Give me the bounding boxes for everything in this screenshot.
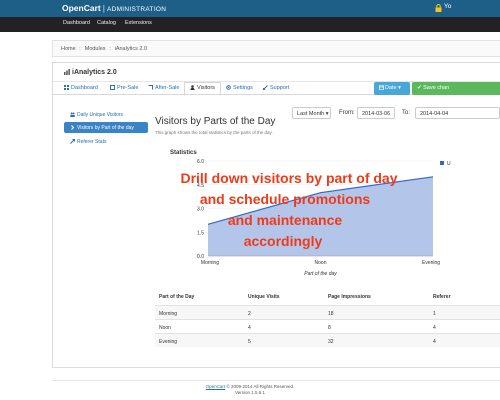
after-sale-icon [148, 85, 153, 90]
table-cell: 4 [433, 325, 436, 331]
breadcrumb-home[interactable]: Home [61, 46, 76, 52]
overlay-line-2: and schedule promotions [199, 191, 371, 207]
table-cell: 32 [328, 339, 334, 345]
menu-catalog[interactable]: Catalog [97, 20, 116, 26]
x-tick-label: Noon [315, 260, 327, 266]
breadcrumb-modules[interactable]: Modules [85, 46, 106, 52]
x-tick-label: Morning [201, 260, 219, 266]
user-name[interactable]: Yo [444, 3, 451, 10]
table-cell: 5 [248, 339, 251, 345]
table-row: Evening 5 32 4 [155, 333, 500, 347]
table-row: Morning 2 18 1 [155, 305, 500, 319]
table-row: Noon 4 8 4 [155, 319, 500, 333]
footer: OpenCart © 2009-2014 All Rights Reserved… [0, 384, 500, 396]
sidebar-item-referer-stats[interactable]: Referer Stats [64, 136, 148, 147]
legend-swatch [440, 161, 444, 165]
footer-opencart-link[interactable]: OpenCart [206, 384, 226, 389]
table-header: Unique Visits [248, 294, 280, 300]
table-cell: Evening [159, 339, 178, 345]
menu-extensions[interactable]: Extensions [125, 20, 152, 26]
stats-table: Part of the Day Unique Visits Page Impre… [155, 289, 500, 347]
tab-dashboard[interactable]: Dashboard [64, 85, 98, 91]
to-date-input[interactable]: 2014-04-04 [415, 107, 500, 119]
overlay-line-3: and maintenance [227, 212, 343, 228]
save-button[interactable]: ✔ Save chan [412, 82, 500, 95]
y-tick-label: 6.0 [197, 159, 204, 165]
table-cell: 4 [248, 325, 251, 331]
from-date-input[interactable]: 2014-03-06 [357, 107, 395, 119]
tab-pre-sale[interactable]: Pre-Sale [110, 85, 138, 91]
x-tick-label: Evening [422, 260, 440, 266]
dashboard-icon [64, 85, 69, 90]
chevron-down-icon: ▾ [398, 85, 401, 91]
date-button[interactable]: Date ▾ [374, 82, 410, 95]
chart-title: Statistics [170, 150, 197, 156]
overlay-line-1: Drill down visitors by part of day [180, 170, 398, 186]
table-header: Part of the Day [159, 294, 195, 300]
table-cell: 18 [328, 311, 334, 317]
chevron-right-icon [71, 125, 75, 130]
panel-title: iAnalytics 2.0 [64, 69, 117, 76]
table-cell: 2 [248, 311, 251, 317]
table-cell: 8 [328, 325, 331, 331]
support-icon [263, 85, 268, 90]
brand-subtitle: ADMINISTRATION [106, 6, 167, 13]
calendar-icon [379, 85, 384, 90]
footer-version: Version 1.5.6.1 [234, 390, 266, 395]
tab-after-sale[interactable]: After-Sale [148, 85, 179, 91]
pre-sale-icon [110, 85, 115, 90]
x-axis-label: Part of the day [304, 271, 337, 277]
gear-icon [226, 85, 231, 90]
chevron-down-icon: ▾ [325, 111, 329, 117]
table-header: Referer [433, 294, 451, 300]
top-bar: OpenCart | ADMINISTRATION Yo [0, 0, 500, 17]
check-icon: ✔ [417, 85, 422, 91]
from-label: From: [339, 110, 355, 116]
table-cell: 1 [433, 311, 436, 317]
table-header-row: Part of the Day Unique Visits Page Impre… [155, 289, 500, 305]
menu-dashboard[interactable]: Dashboard [63, 20, 90, 26]
section-title: Visitors by Parts of the Day [155, 116, 276, 127]
sidebar-item-daily-unique-visitors[interactable]: Daily Unique Visitors [64, 109, 148, 120]
tab-support[interactable]: Support [263, 85, 289, 91]
legend-label: U [447, 161, 451, 167]
chart-icon [64, 69, 70, 75]
promo-overlay-text: Drill down visitors by part of day and s… [150, 168, 440, 252]
table-cell: 4 [433, 339, 436, 345]
breadcrumb-current[interactable]: iAnalytics 2.0 [115, 46, 147, 52]
overlay-line-4: accordingly [243, 233, 323, 249]
brand[interactable]: OpenCart | ADMINISTRATION [62, 3, 166, 13]
range-select[interactable]: Last Month ▾ [292, 107, 331, 119]
table-header: Page Impressions [328, 294, 371, 300]
main-menu: Dashboard Catalog Extensions [0, 17, 500, 32]
table-cell: Morning [159, 311, 178, 317]
footer-copyright: © 2009-2014 All Rights Reserved. [226, 384, 295, 389]
breadcrumb: Home:: Modules:: iAnalytics 2.0 [52, 40, 500, 57]
brand-name: OpenCart [62, 3, 101, 13]
link-icon [70, 139, 75, 144]
to-label: To: [402, 110, 411, 116]
user-icon [190, 85, 195, 90]
table-cell: Noon [159, 325, 171, 331]
section-subtitle: This graph shows the total statistics by… [155, 130, 273, 135]
sidebar-item-visitors-by-part-of-day[interactable]: Visitors by Part of the day [64, 122, 148, 133]
users-icon [70, 112, 75, 117]
lock-icon [435, 4, 442, 12]
tab-settings[interactable]: Settings [226, 85, 253, 91]
